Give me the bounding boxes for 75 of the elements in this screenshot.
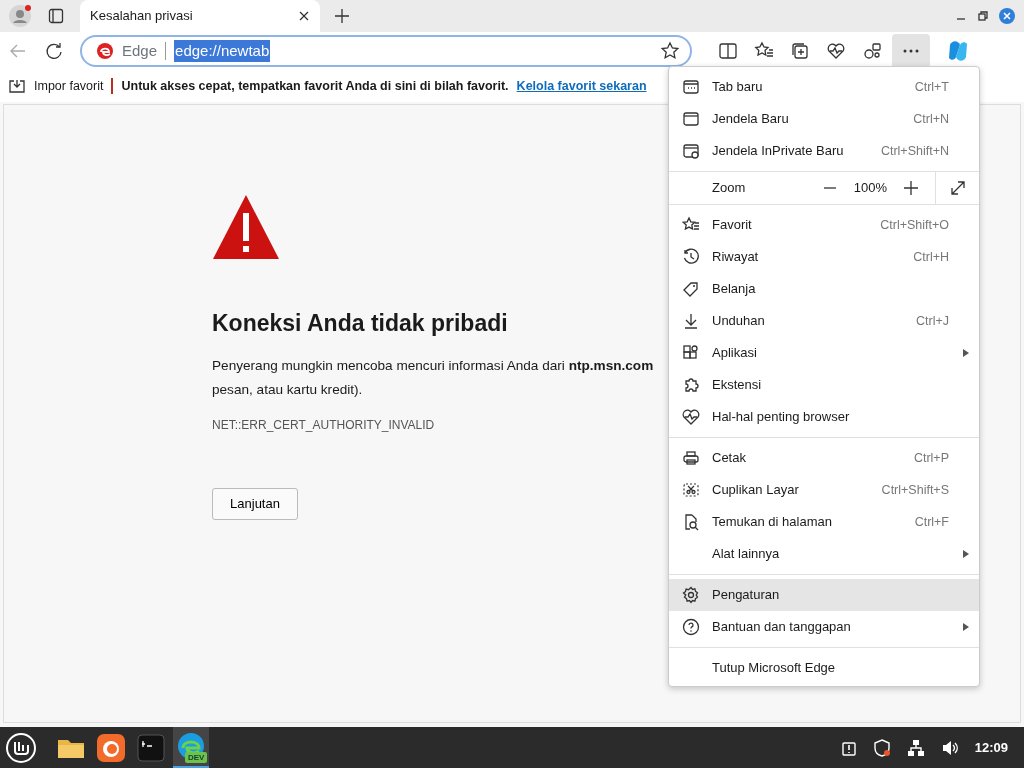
menu-item[interactable]: Tab baru Ctrl+T <box>669 71 979 103</box>
history-icon <box>682 248 700 266</box>
menu-item[interactable]: Favorit Ctrl+Shift+O <box>669 209 979 241</box>
clock-text: 12:09 <box>974 738 1008 757</box>
puzzle-icon <box>682 376 700 394</box>
submenu-arrow-icon <box>963 623 969 631</box>
menu-item[interactable]: Jendela Baru Ctrl+N <box>669 103 979 135</box>
error-description: Penyerang mungkin mencoba mencuri informasi Anda dari ntp.msn.com pesan, atau kartu kredit). <box>212 356 654 399</box>
menu-item[interactable]: Alat lainnya <box>669 538 979 570</box>
menu-item[interactable]: Cetak Ctrl+P <box>669 442 979 474</box>
refresh-icon[interactable] <box>44 41 64 61</box>
favorites-hint: Untuk akses cepat, tempatkan favorit Anda di sini di bilah favorit. <box>121 77 509 95</box>
active-taskbar-app[interactable]: DEV <box>173 727 209 768</box>
terminal-icon <box>135 731 167 764</box>
tag-icon <box>682 280 700 298</box>
menu-item[interactable]: Cuplikan Layar Ctrl+Shift+S <box>669 474 979 506</box>
menu-item[interactable]: Temukan di halaman Ctrl+F <box>669 506 979 538</box>
menu-item[interactable]: Tutup Microsoft Edge <box>669 652 979 684</box>
split-screen-icon[interactable] <box>718 41 738 61</box>
more-icon <box>903 49 919 53</box>
zoom-value: 100% <box>853 179 887 198</box>
error-heading: Koneksi Anda tidak pribadi <box>212 310 508 338</box>
browser-app-icon <box>95 731 127 764</box>
menu-item[interactable]: Riwayat Ctrl+H <box>669 241 979 273</box>
menu-item[interactable]: Hal-hal penting browser <box>669 401 979 433</box>
heart-pulse-icon[interactable] <box>826 41 846 61</box>
profile-icon[interactable] <box>8 4 32 28</box>
edge-logo-icon <box>96 42 114 60</box>
apps-icon <box>682 344 700 362</box>
printer-icon <box>682 449 700 467</box>
heart-pulse-icon <box>682 408 700 426</box>
submenu-arrow-icon <box>963 349 969 357</box>
clipboard-icon[interactable] <box>840 739 857 756</box>
workspaces-icon[interactable] <box>862 41 882 61</box>
help-icon <box>682 618 700 636</box>
menu-item[interactable]: Pengaturan <box>669 579 979 611</box>
window-icon <box>682 110 700 128</box>
find-icon <box>682 513 700 531</box>
advanced-button[interactable]: Lanjutan <box>212 487 298 520</box>
zoom-in-icon[interactable] <box>903 180 919 196</box>
url-text[interactable]: edge://newtab <box>174 39 271 63</box>
restore-icon[interactable] <box>976 9 990 23</box>
menu-item[interactable]: Jendela InPrivate Baru Ctrl+Shift+N <box>669 135 979 167</box>
start-menu-icon[interactable] <box>5 731 37 764</box>
menu-item[interactable]: Ekstensi <box>669 369 979 401</box>
tab-title: Kesalahan privasi <box>90 7 194 26</box>
favorite-star-icon[interactable] <box>660 41 680 61</box>
menu-item[interactable]: Bantuan dan tanggapan <box>669 611 979 643</box>
new-tab-icon[interactable] <box>334 8 350 24</box>
app-badge: DEV <box>185 752 208 763</box>
settings-icon <box>682 586 700 604</box>
download-icon <box>682 312 700 330</box>
volume-icon[interactable] <box>940 738 959 757</box>
network-icon[interactable] <box>906 738 925 757</box>
browser-tab[interactable]: Kesalahan privasi <box>80 0 320 32</box>
error-code: NET::ERR_CERT_AUTHORITY_INVALID <box>212 416 435 434</box>
screenshot-icon <box>682 481 700 499</box>
copilot-icon[interactable] <box>946 39 970 63</box>
menu-item[interactable]: Unduhan Ctrl+J <box>669 305 979 337</box>
private-window-icon <box>682 142 700 160</box>
manage-favorites-link[interactable]: Kelola favorit sekaran <box>516 76 647 96</box>
menu-item[interactable]: Aplikasi <box>669 337 979 369</box>
menu-item[interactable]: Belanja <box>669 273 979 305</box>
zoom-label: Zoom <box>712 179 747 198</box>
import-icon[interactable] <box>8 78 26 94</box>
warning-icon <box>212 193 280 260</box>
collections-icon[interactable] <box>790 41 810 61</box>
new-tab-icon <box>682 78 700 96</box>
fullscreen-icon[interactable] <box>948 179 967 197</box>
shield-icon[interactable] <box>872 738 891 757</box>
submenu-arrow-icon <box>963 550 969 558</box>
import-favorites-link[interactable]: Impor favorit <box>34 76 104 96</box>
close-icon[interactable] <box>298 10 310 22</box>
tab-actions-icon[interactable] <box>48 8 64 24</box>
site-label: Edge <box>122 40 158 61</box>
